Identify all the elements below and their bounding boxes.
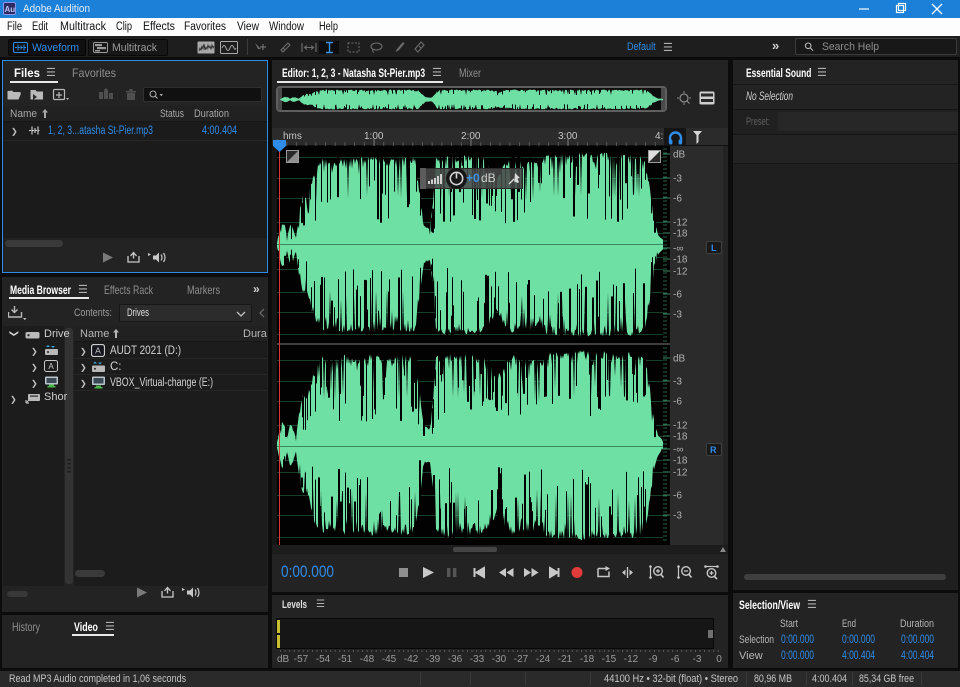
svg-text:-12: -12 bbox=[624, 654, 639, 665]
svg-text:-18: -18 bbox=[673, 229, 688, 240]
svg-text:A: A bbox=[48, 362, 54, 371]
svg-text:-12: -12 bbox=[673, 421, 688, 432]
svg-text:-3: -3 bbox=[673, 174, 682, 185]
svg-text:-21: -21 bbox=[558, 654, 573, 665]
svg-text:-54: -54 bbox=[316, 654, 331, 665]
svg-text:A: A bbox=[95, 346, 101, 356]
svg-text:-6: -6 bbox=[673, 290, 682, 301]
svg-text:-18: -18 bbox=[673, 456, 688, 467]
svg-text:dB: dB bbox=[277, 654, 290, 665]
svg-text:-48: -48 bbox=[360, 654, 375, 665]
svg-text:-42: -42 bbox=[404, 654, 419, 665]
svg-text:-3: -3 bbox=[673, 377, 682, 388]
svg-text:-33: -33 bbox=[470, 654, 485, 665]
svg-text:-6: -6 bbox=[673, 194, 682, 205]
svg-text:-6: -6 bbox=[673, 491, 682, 502]
svg-text:-3: -3 bbox=[673, 511, 682, 522]
svg-text:-24: -24 bbox=[536, 654, 551, 665]
svg-text:-18: -18 bbox=[673, 432, 688, 443]
svg-text:-36: -36 bbox=[448, 654, 463, 665]
svg-text:-∞: -∞ bbox=[673, 445, 683, 456]
svg-text:-27: -27 bbox=[514, 654, 529, 665]
svg-text:-57: -57 bbox=[294, 654, 309, 665]
svg-text:-30: -30 bbox=[492, 654, 507, 665]
svg-text:0: 0 bbox=[716, 654, 722, 665]
svg-text:-6: -6 bbox=[671, 654, 680, 665]
svg-text:dB: dB bbox=[673, 354, 686, 365]
svg-text:-9: -9 bbox=[649, 654, 658, 665]
svg-text:-12: -12 bbox=[673, 468, 688, 479]
svg-text:-6: -6 bbox=[673, 397, 682, 408]
svg-text:-18: -18 bbox=[580, 654, 595, 665]
svg-text:-51: -51 bbox=[338, 654, 353, 665]
svg-text:-12: -12 bbox=[673, 267, 688, 278]
svg-text:-12: -12 bbox=[673, 218, 688, 229]
svg-text:-45: -45 bbox=[382, 654, 397, 665]
svg-text:dB: dB bbox=[673, 150, 686, 161]
svg-text:-39: -39 bbox=[426, 654, 441, 665]
svg-text:-15: -15 bbox=[602, 654, 617, 665]
svg-text:-3: -3 bbox=[673, 310, 682, 321]
svg-text:-18: -18 bbox=[673, 255, 688, 266]
svg-text:-3: -3 bbox=[693, 654, 702, 665]
svg-text:-∞: -∞ bbox=[673, 244, 683, 255]
